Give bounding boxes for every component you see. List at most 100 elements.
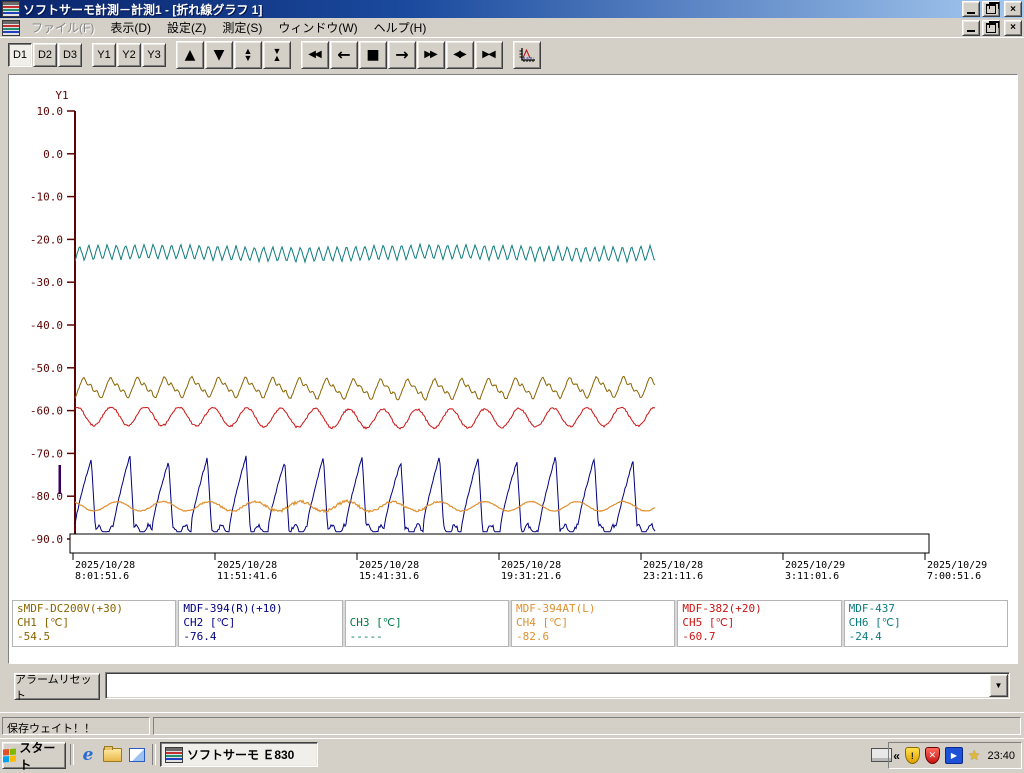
media-player-icon[interactable]: ▶ [945, 747, 963, 764]
y3-button[interactable]: Y3 [142, 43, 166, 67]
channel-value: -54.5 [17, 630, 171, 644]
d3-button[interactable]: D3 [58, 43, 82, 67]
channel-unit: CH1 [℃] [17, 616, 171, 630]
minimize-icon [967, 30, 975, 32]
y1-button[interactable]: Y1 [92, 43, 116, 67]
svg-text:-20.0: -20.0 [30, 233, 63, 246]
task-app-icon [165, 747, 183, 763]
svg-text:8:01:51.6: 8:01:51.6 [75, 571, 129, 582]
channel-unit: CH4 [℃] [516, 616, 670, 630]
channel-name: MDF-394AT(L) [516, 602, 670, 616]
minimize-button[interactable] [962, 1, 980, 17]
expand-horizontal-button[interactable]: ◀▶ [446, 41, 474, 69]
expand-vertical-button[interactable]: ▲▼ [234, 41, 262, 69]
alarm-combobox-dropdown-button[interactable]: ▼ [989, 674, 1008, 697]
step-back-button[interactable]: ← [330, 41, 358, 69]
step-forward-button[interactable]: → [388, 41, 416, 69]
security-alert-icon[interactable]: ✕ [925, 747, 940, 764]
svg-text:2025/10/29: 2025/10/29 [785, 560, 845, 571]
scroll-down-button[interactable]: ▼ [205, 41, 233, 69]
time-range-box[interactable] [70, 534, 929, 553]
close-button[interactable]: × [1004, 1, 1022, 17]
status-bar: 保存ウェイト！！ [0, 712, 1024, 739]
series-CH2 [75, 456, 655, 532]
stop-icon: ■ [366, 48, 379, 62]
svg-text:-80.0: -80.0 [30, 490, 63, 503]
compress-horizontal-icon: ▶◀ [484, 48, 493, 62]
legend-cell: MDF-382(+20)CH5 [℃]-60.7 [677, 600, 841, 647]
scroll-up-button[interactable]: ▲ [176, 41, 204, 69]
svg-text:2025/10/28: 2025/10/28 [359, 560, 419, 571]
restore-button[interactable] [982, 1, 1000, 17]
menu-item-view[interactable]: 表示(D) [102, 17, 159, 38]
compress-vertical-icon: ▼▲ [273, 48, 282, 62]
series-CH5 [75, 407, 655, 429]
d2-button[interactable]: D2 [33, 43, 57, 67]
minimize-icon [967, 12, 975, 14]
restore-icon [986, 4, 996, 14]
alarm-combobox-value [106, 673, 988, 698]
child-minimize-button[interactable] [962, 20, 980, 36]
compress-vertical-button[interactable]: ▼▲ [263, 41, 291, 69]
channel-name: MDF-437 [849, 602, 1003, 616]
svg-text:2025/10/28: 2025/10/28 [75, 560, 135, 571]
channel-value: -60.7 [682, 630, 836, 644]
tray-collapse-chevron[interactable]: « [893, 749, 900, 763]
stop-button[interactable]: ■ [359, 41, 387, 69]
alarm-combobox[interactable]: ▼ [105, 672, 1010, 699]
legend-panel: sMDF-DC200V(+30)CH1 [℃]-54.5MDF-394(R)(+… [12, 600, 1008, 647]
menu-item-measure[interactable]: 測定(S) [214, 17, 270, 38]
legend-cell: MDF-437CH6 [℃]-24.4 [844, 600, 1008, 647]
expand-vertical-icon: ▲▼ [244, 48, 253, 62]
start-button[interactable]: スタート [2, 742, 66, 769]
legend-cell: MDF-394(R)(+10)CH2 [℃]-76.4 [178, 600, 342, 647]
task-button-softthermo[interactable]: ソフトサーモ Ｅ830 [160, 742, 318, 767]
channel-unit: CH5 [℃] [682, 616, 836, 630]
menu-item-window[interactable]: ウィンドウ(W) [270, 17, 365, 38]
graph-settings-button[interactable] [513, 41, 541, 69]
alarm-reset-label: アラームリセット [15, 671, 99, 703]
child-restore-button[interactable] [982, 20, 1000, 36]
taskbar-clock: 23:40 [985, 750, 1017, 762]
svg-text:2025/10/28: 2025/10/28 [501, 560, 561, 571]
child-close-button[interactable]: × [1004, 20, 1022, 36]
system-tray: « ! ✕ ▶ ★ 23:40 [888, 742, 1022, 769]
app-icon[interactable] [2, 1, 20, 17]
taskbar: スタート e ソフトサーモ Ｅ830 « ! ✕ ▶ ★ 23:40 [0, 738, 1024, 769]
fast-forward-button[interactable]: ▶▶ [417, 41, 445, 69]
series-CH6 [75, 244, 655, 262]
title-bar: ソフトサーモ計測－計測1 - [折れ線グラフ 1] × [0, 0, 1024, 18]
desktop: { "window": { "title": "ソフトサーモ計測－計測1 - [… [0, 0, 1024, 768]
alarm-reset-button[interactable]: アラームリセット [14, 673, 100, 700]
svg-text:-60.0: -60.0 [30, 405, 63, 418]
internet-explorer-icon[interactable]: e [78, 745, 98, 764]
start-label: スタート [19, 739, 65, 773]
menu-bar: ファイル(F)表示(D)設定(Z)測定(S)ウィンドウ(W)ヘルプ(H) × [0, 18, 1024, 38]
menu-item-settings[interactable]: 設定(Z) [159, 17, 214, 38]
close-icon: × [1010, 4, 1016, 15]
d1-button[interactable]: D1 [8, 43, 32, 67]
task-label: ソフトサーモ Ｅ830 [187, 746, 294, 763]
windows-logo-icon [3, 749, 16, 763]
y2-button[interactable]: Y2 [117, 43, 141, 67]
security-warning-icon[interactable]: ! [905, 747, 920, 764]
menu-item-help[interactable]: ヘルプ(H) [366, 17, 435, 38]
taskbar-separator [152, 744, 156, 765]
show-desktop-icon[interactable] [127, 745, 147, 764]
legend-cell: CH3 [℃]----- [345, 600, 509, 647]
chart-icon [518, 47, 536, 63]
right-arrow-icon: → [395, 48, 408, 62]
svg-text:-50.0: -50.0 [30, 362, 63, 375]
child-window-icon[interactable] [2, 20, 20, 36]
svg-text:-30.0: -30.0 [30, 276, 63, 289]
window-controls: × [962, 1, 1022, 17]
rewind-button[interactable]: ◀◀ [301, 41, 329, 69]
svg-text:19:31:21.6: 19:31:21.6 [501, 571, 561, 582]
favorites-star-icon[interactable]: ★ [968, 747, 981, 764]
svg-text:2025/10/28: 2025/10/28 [643, 560, 703, 571]
alarm-control-bar: アラームリセット ▼ [8, 665, 1016, 710]
compress-horizontal-button[interactable]: ▶◀ [475, 41, 503, 69]
folder-icon[interactable] [102, 745, 122, 764]
double-left-icon: ◀◀ [310, 48, 319, 62]
channel-value: ----- [350, 630, 504, 644]
